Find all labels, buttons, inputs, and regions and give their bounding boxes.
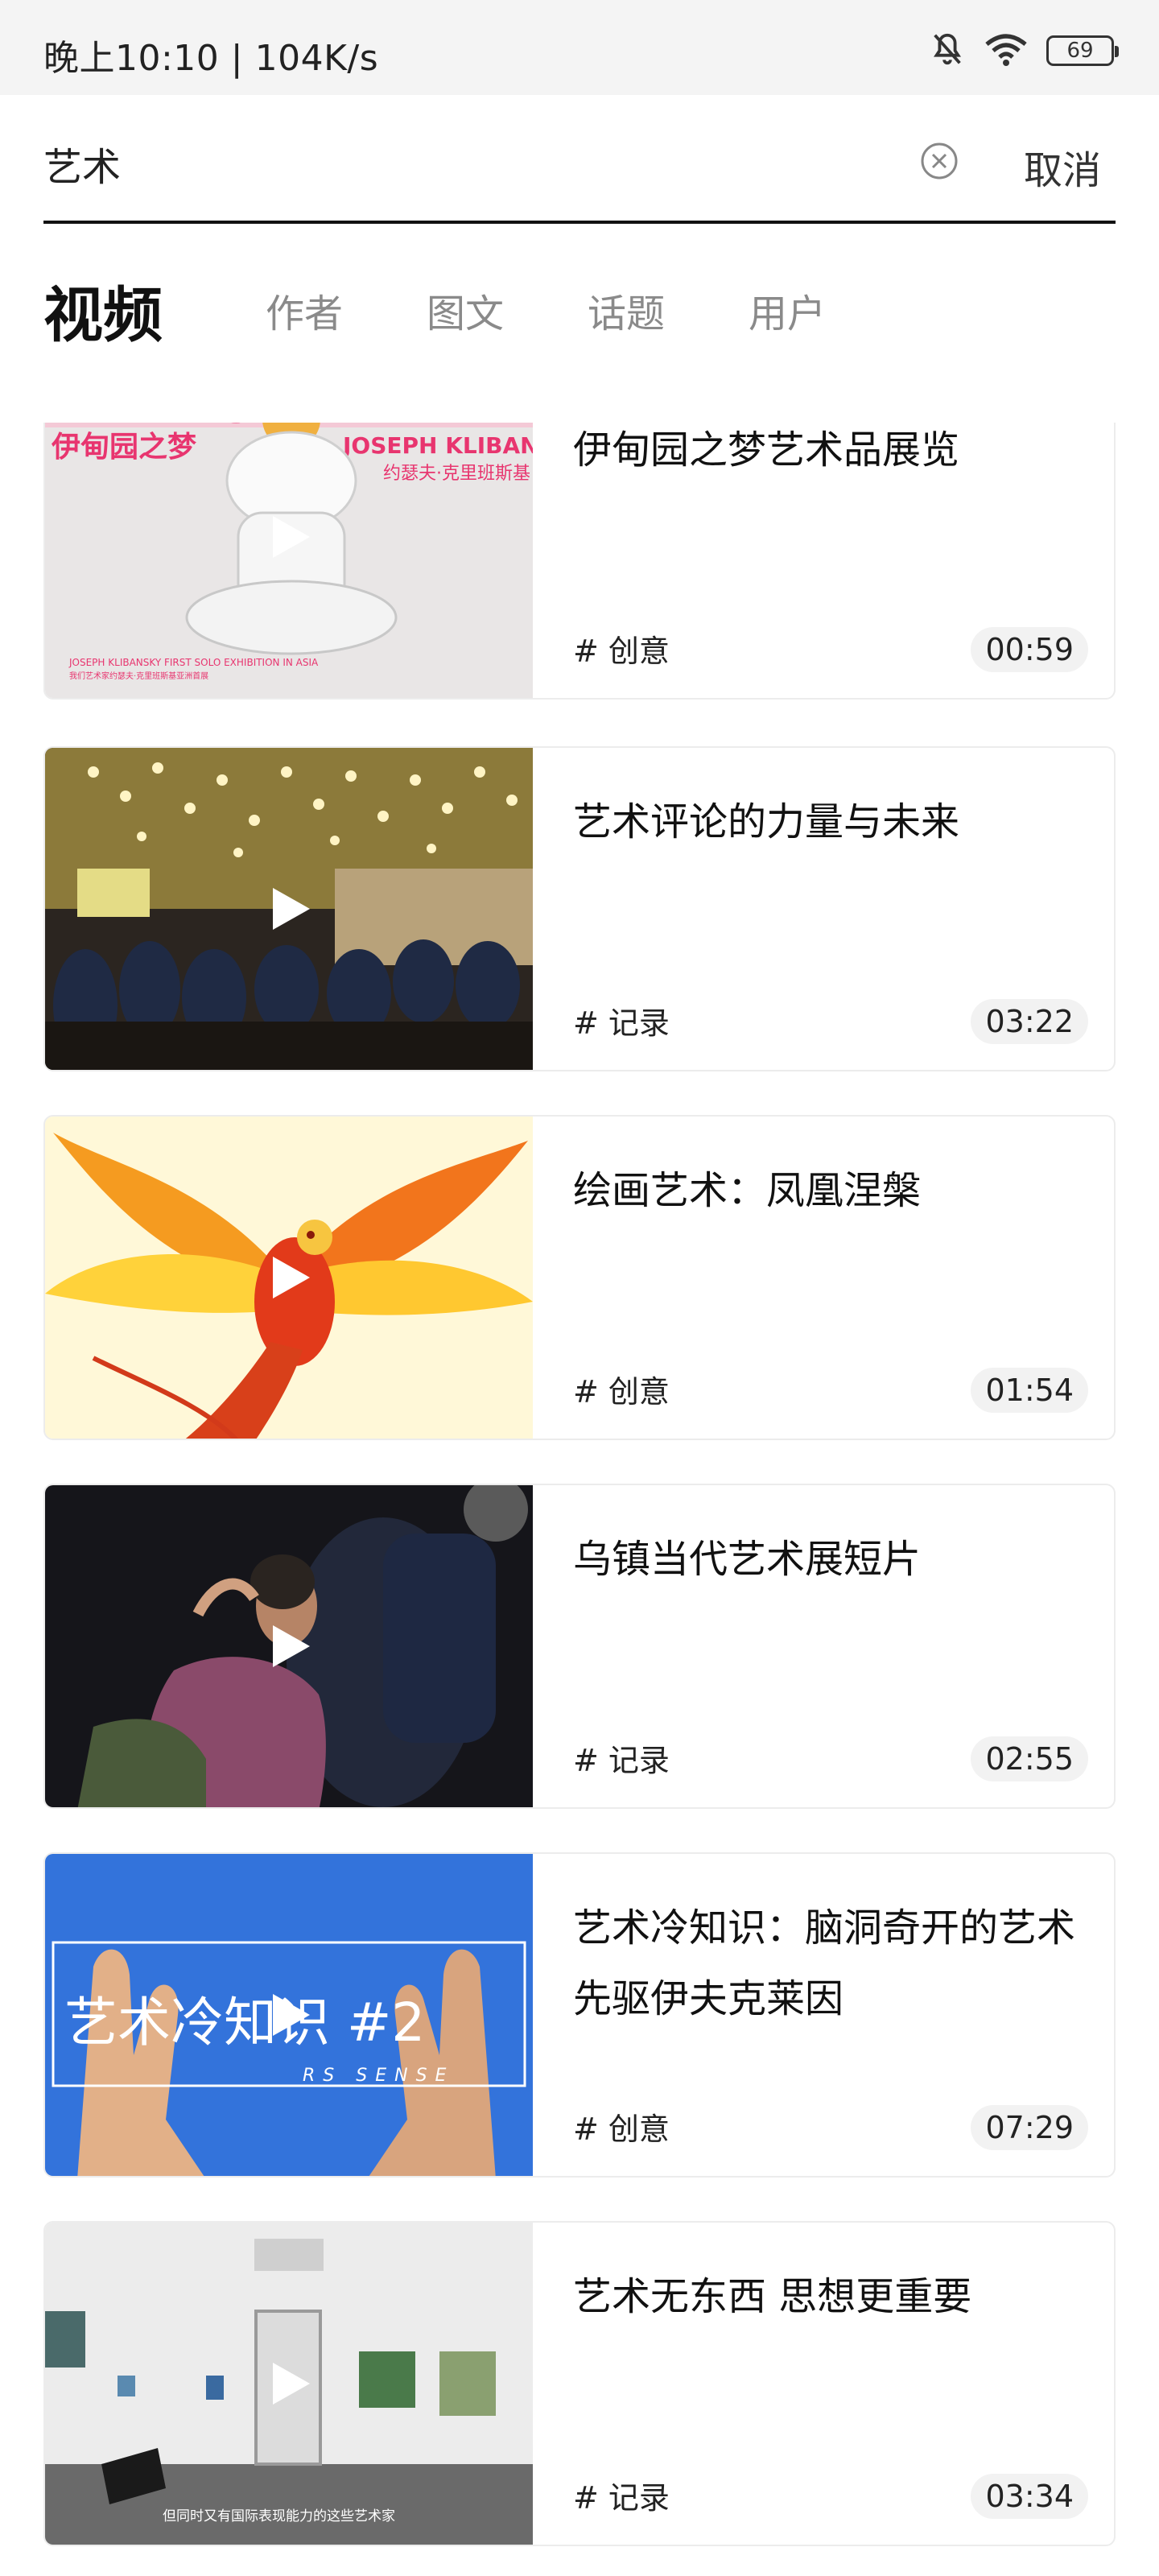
clear-search-button[interactable]: [915, 137, 963, 185]
video-caption: 艺术冷知识 #2: [64, 1992, 425, 2054]
video-tag[interactable]: # 创意: [573, 2104, 670, 2149]
video-title: 乌镇当代艺术展短片: [573, 1537, 922, 1582]
video-duration: 02:55: [971, 1736, 1088, 1781]
video-result-card[interactable]: 乌镇当代艺术展短片 # 记录 02:55: [43, 1484, 1116, 1809]
play-icon: [273, 1257, 310, 1298]
play-icon: [273, 2363, 310, 2405]
video-title: 伊甸园之梦艺术品展览: [573, 427, 960, 473]
poster-subtitle: 伊甸园之梦: [51, 431, 196, 464]
tab-user[interactable]: 用户: [749, 282, 826, 338]
video-thumbnail: [45, 1485, 533, 1807]
video-thumbnail: 但同时又有国际表现能力的这些艺术家: [45, 2223, 533, 2545]
clear-icon: [921, 142, 958, 180]
status-bar: 晚上10:10 | 104K/s 69: [0, 0, 1159, 95]
video-title: 绘画艺术：凤凰涅槃: [573, 1168, 922, 1213]
video-title: 艺术无东西 思想更重要: [573, 2274, 972, 2319]
video-tag[interactable]: # 记录: [573, 1736, 670, 1780]
video-tag[interactable]: # 创意: [573, 626, 670, 671]
search-bar: 取消: [43, 95, 1116, 224]
results-list[interactable]: DREAMS OF EDEN 伊甸园之梦 JOSEPH KLIBANSKY 约瑟…: [0, 423, 1159, 2576]
result-tabs: 视频 作者 图文 话题 用户: [43, 266, 909, 354]
search-input[interactable]: [43, 135, 848, 192]
play-icon: [273, 516, 310, 558]
wifi-icon: [984, 31, 1029, 71]
battery-level: 69: [1066, 39, 1094, 63]
video-tag[interactable]: # 创意: [573, 1367, 670, 1411]
video-tag[interactable]: # 记录: [573, 998, 670, 1042]
battery-icon: 69: [1046, 35, 1119, 66]
bell-muted-icon: [929, 31, 966, 71]
play-icon: [273, 1625, 310, 1667]
poster-artist: JOSEPH KLIBANSKY: [341, 432, 533, 459]
play-icon: [273, 1994, 310, 2036]
play-icon: [273, 888, 310, 930]
poster-footer: JOSEPH KLIBANSKY FIRST SOLO EXHIBITION I…: [68, 657, 319, 668]
video-result-card[interactable]: DREAMS OF EDEN 伊甸园之梦 JOSEPH KLIBANSKY 约瑟…: [43, 423, 1116, 700]
tab-topic[interactable]: 话题: [588, 282, 665, 338]
video-result-card[interactable]: 艺术评论的力量与未来 # 记录 03:22: [43, 746, 1116, 1071]
poster-artist-cn: 约瑟夫·克里班斯基: [383, 464, 530, 484]
cancel-button[interactable]: 取消: [1024, 138, 1101, 195]
video-thumbnail: DREAMS OF EDEN 伊甸园之梦 JOSEPH KLIBANSKY 约瑟…: [45, 423, 533, 698]
video-title: 艺术评论的力量与未来: [573, 799, 960, 844]
video-duration: 00:59: [971, 627, 1088, 672]
video-result-card[interactable]: 绘画艺术：凤凰涅槃 # 创意 01:54: [43, 1115, 1116, 1440]
tab-graphic[interactable]: 图文: [427, 282, 504, 338]
video-title: 艺术冷知识：脑洞奇开的艺术先驱伊夫克莱因: [573, 1905, 1076, 2021]
video-thumbnail: 艺术冷知识 #2 RS SENSE: [45, 1854, 533, 2176]
video-thumbnail: [45, 748, 533, 1070]
video-thumbnail: [45, 1117, 533, 1439]
tab-video[interactable]: 视频: [43, 267, 163, 353]
tab-author[interactable]: 作者: [266, 282, 343, 338]
status-icons: 69: [929, 31, 1119, 71]
video-result-card[interactable]: 但同时又有国际表现能力的这些艺术家 艺术无东西 思想更重要 # 记录 03:34: [43, 2221, 1116, 2546]
video-caption-sub: RS SENSE: [303, 2066, 454, 2086]
video-result-card[interactable]: 艺术冷知识 #2 RS SENSE 艺术冷知识：脑洞奇开的艺术先驱伊夫克莱因 #…: [43, 1852, 1116, 2178]
video-duration: 01:54: [971, 1368, 1088, 1413]
video-tag[interactable]: # 记录: [573, 2473, 670, 2517]
gallery-subtitle: 但同时又有国际表现能力的这些艺术家: [163, 2508, 395, 2524]
video-duration: 03:22: [971, 999, 1088, 1044]
status-time: 晚上10:10 | 104K/s: [43, 38, 379, 79]
video-duration: 03:34: [971, 2474, 1088, 2519]
poster-footer-cn: 我们艺术家约瑟夫·克里班斯基亚洲首展: [69, 671, 208, 681]
video-duration: 07:29: [971, 2105, 1088, 2150]
